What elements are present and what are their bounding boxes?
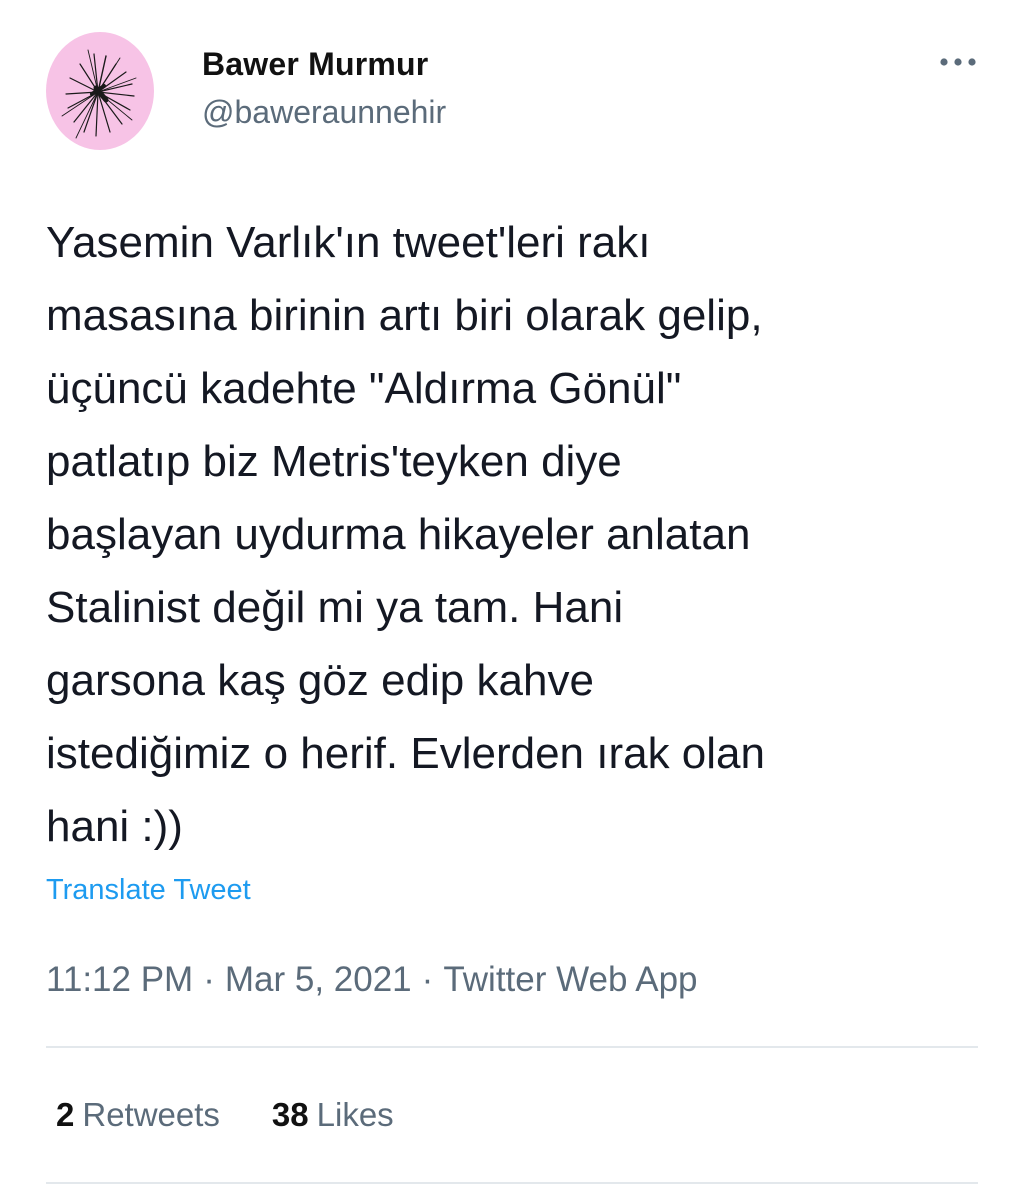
likes-label: Likes — [316, 1096, 394, 1133]
tweet-text: Yasemin Varlık'ın tweet'leri rakı masası… — [46, 218, 765, 851]
spiky-dandelion-avatar-icon — [61, 49, 137, 139]
tweet-metadata: 11:12 PM · Mar 5, 2021 · Twitter Web App — [46, 960, 698, 1000]
more-dots-icon — [940, 58, 976, 66]
avatar[interactable] — [46, 32, 154, 150]
meta-separator: · — [421, 960, 434, 999]
tweet-header: Bawer Murmur @baweraunnehir — [46, 32, 986, 152]
retweets-stat[interactable]: 2 Retweets — [56, 1096, 220, 1134]
tweet-source-link[interactable]: Twitter Web App — [443, 960, 697, 999]
retweets-label: Retweets — [82, 1096, 220, 1133]
retweets-count: 2 — [56, 1096, 75, 1133]
translate-tweet-link[interactable]: Translate Tweet — [46, 874, 251, 907]
tweet-time[interactable]: 11:12 PM — [46, 960, 193, 999]
author-name[interactable]: Bawer Murmur — [202, 46, 428, 83]
likes-count: 38 — [271, 1096, 309, 1133]
divider — [46, 1046, 978, 1048]
tweet-stats: 2 Retweets 38 Likes — [56, 1096, 394, 1134]
meta-separator: · — [203, 960, 215, 999]
likes-stat[interactable]: 38 Likes — [272, 1096, 394, 1134]
author-handle[interactable]: @baweraunnehir — [202, 94, 446, 131]
more-options-button[interactable] — [934, 44, 984, 80]
tweet-date[interactable]: Mar 5, 2021 — [225, 960, 412, 999]
divider — [46, 1182, 978, 1184]
